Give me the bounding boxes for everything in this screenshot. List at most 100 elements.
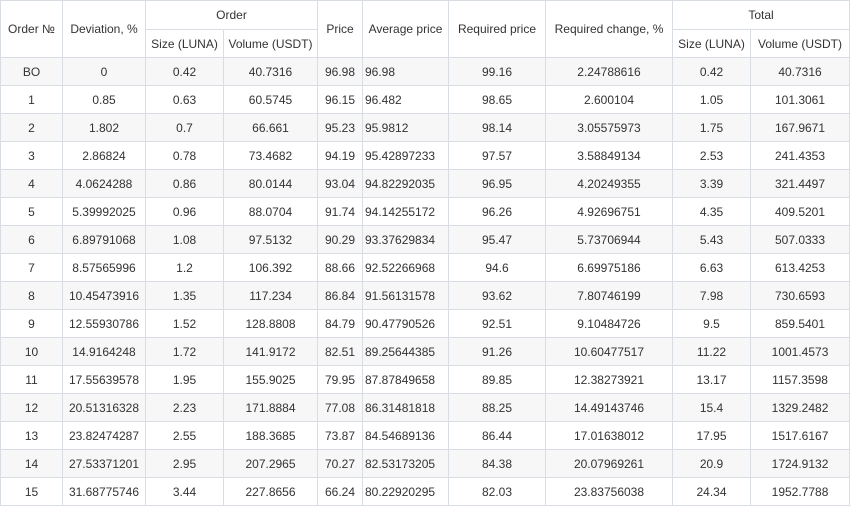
header-price: Price <box>317 0 363 58</box>
table-row: 14 27.53371201 2.95 207.2965 70.27 82.5317320… <box>0 449 851 478</box>
cell-required-price: 88.25 <box>448 393 546 422</box>
cell-required-change: 17.01638012 <box>545 421 673 450</box>
cell-total-size: 9.5 <box>672 309 751 338</box>
cell-total-size: 20.9 <box>672 449 751 478</box>
cell-total-volume: 1157.3598 <box>749 365 851 394</box>
table-body: BO 0 0.42 40.7316 96.98 96.98 99.16 2.24788616 0… <box>0 57 851 506</box>
cell-deviation: 31.68775746 <box>62 477 146 506</box>
cell-order-volume: 66.661 <box>223 113 318 142</box>
cell-total-volume: 730.6593 <box>749 281 851 310</box>
cell-total-size: 5.43 <box>672 225 751 254</box>
cell-average-price: 95.42897233 <box>362 141 449 170</box>
cell-order-no: 9 <box>0 309 63 338</box>
table-row: 15 31.68775746 3.44 227.8656 66.24 80.2292029… <box>0 477 851 506</box>
table-row: 6 6.89791068 1.08 97.5132 90.29 93.37629834 95… <box>0 225 851 254</box>
cell-order-volume: 88.0704 <box>223 197 318 226</box>
cell-order-no: 2 <box>0 113 63 142</box>
cell-order-size: 0.96 <box>145 197 224 226</box>
cell-price: 96.15 <box>317 85 363 114</box>
cell-order-size: 1.35 <box>145 281 224 310</box>
cell-required-change: 10.60477517 <box>545 337 673 366</box>
header-average-price: Average price <box>362 0 449 58</box>
header-deviation: Deviation, % <box>62 0 146 58</box>
cell-total-size: 24.34 <box>672 477 751 506</box>
cell-price: 91.74 <box>317 197 363 226</box>
header-total-size: Size (LUNA) <box>672 29 751 58</box>
cell-order-size: 2.23 <box>145 393 224 422</box>
cell-required-price: 91.26 <box>448 337 546 366</box>
table-row: 11 17.55639578 1.95 155.9025 79.95 87.8784965… <box>0 365 851 394</box>
cell-order-no: 3 <box>0 141 63 170</box>
cell-order-no: 7 <box>0 253 63 282</box>
cell-required-change: 3.05575973 <box>545 113 673 142</box>
cell-required-change: 9.10484726 <box>545 309 673 338</box>
cell-required-change: 3.58849134 <box>545 141 673 170</box>
table-row: 5 5.39992025 0.96 88.0704 91.74 94.14255172 96… <box>0 197 851 226</box>
cell-required-change: 5.73706944 <box>545 225 673 254</box>
cell-total-volume: 40.7316 <box>749 57 851 86</box>
cell-total-size: 0.42 <box>672 57 751 86</box>
cell-price: 73.87 <box>317 421 363 450</box>
table-row: 13 23.82474287 2.55 188.3685 73.87 84.5468913… <box>0 421 851 450</box>
cell-price: 88.66 <box>317 253 363 282</box>
header-total-group: Total <box>671 0 851 30</box>
cell-order-no: 14 <box>0 449 63 478</box>
cell-required-price: 96.26 <box>448 197 546 226</box>
cell-required-change: 20.07969261 <box>545 449 673 478</box>
cell-required-price: 92.51 <box>448 309 546 338</box>
cell-total-volume: 1724.9132 <box>749 449 851 478</box>
cell-deviation: 14.9164248 <box>62 337 146 366</box>
cell-price: 95.23 <box>317 113 363 142</box>
cell-order-volume: 97.5132 <box>223 225 318 254</box>
cell-deviation: 27.53371201 <box>62 449 146 478</box>
table-row: BO 0 0.42 40.7316 96.98 96.98 99.16 2.24788616 0… <box>0 57 851 86</box>
cell-deviation: 8.57565996 <box>62 253 146 282</box>
cell-total-size: 3.39 <box>672 169 751 198</box>
cell-total-volume: 613.4253 <box>749 253 851 282</box>
cell-price: 82.51 <box>317 337 363 366</box>
header-required-change: Required change, % <box>545 0 673 58</box>
cell-order-no: 13 <box>0 421 63 450</box>
cell-required-price: 96.95 <box>448 169 546 198</box>
table-row: 4 4.0624288 0.86 80.0144 93.04 94.82292035 96.… <box>0 169 851 198</box>
header-order-size: Size (LUNA) <box>145 29 224 58</box>
cell-order-volume: 207.2965 <box>223 449 318 478</box>
cell-average-price: 96.482 <box>362 85 449 114</box>
cell-order-volume: 188.3685 <box>223 421 318 450</box>
cell-order-volume: 40.7316 <box>223 57 318 86</box>
cell-order-size: 1.72 <box>145 337 224 366</box>
cell-average-price: 80.22920295 <box>362 477 449 506</box>
cell-deviation: 23.82474287 <box>62 421 146 450</box>
cell-average-price: 89.25644385 <box>362 337 449 366</box>
cell-required-price: 95.47 <box>448 225 546 254</box>
cell-average-price: 90.47790526 <box>362 309 449 338</box>
cell-order-no: 11 <box>0 365 63 394</box>
cell-order-volume: 80.0144 <box>223 169 318 198</box>
cell-order-volume: 155.9025 <box>223 365 318 394</box>
cell-deviation: 1.802 <box>62 113 146 142</box>
cell-order-volume: 60.5745 <box>223 85 318 114</box>
cell-order-size: 2.55 <box>145 421 224 450</box>
cell-order-no: 1 <box>0 85 63 114</box>
cell-average-price: 91.56131578 <box>362 281 449 310</box>
cell-total-size: 7.98 <box>672 281 751 310</box>
cell-required-change: 4.92696751 <box>545 197 673 226</box>
cell-average-price: 93.37629834 <box>362 225 449 254</box>
table-row: 9 12.55930786 1.52 128.8808 84.79 90.47790526… <box>0 309 851 338</box>
cell-deviation: 20.51316328 <box>62 393 146 422</box>
cell-total-volume: 321.4497 <box>749 169 851 198</box>
cell-deviation: 10.45473916 <box>62 281 146 310</box>
cell-price: 70.27 <box>317 449 363 478</box>
cell-required-change: 14.49143746 <box>545 393 673 422</box>
cell-price: 93.04 <box>317 169 363 198</box>
cell-required-price: 98.65 <box>448 85 546 114</box>
cell-order-size: 1.95 <box>145 365 224 394</box>
cell-total-volume: 1517.6167 <box>749 421 851 450</box>
cell-total-size: 6.63 <box>672 253 751 282</box>
cell-total-size: 15.4 <box>672 393 751 422</box>
cell-required-change: 23.83756038 <box>545 477 673 506</box>
table-row: 10 14.9164248 1.72 141.9172 82.51 89.25644385… <box>0 337 851 366</box>
header-order-no: Order № <box>0 0 63 58</box>
cell-order-no: 5 <box>0 197 63 226</box>
header-required-price: Required price <box>448 0 546 58</box>
